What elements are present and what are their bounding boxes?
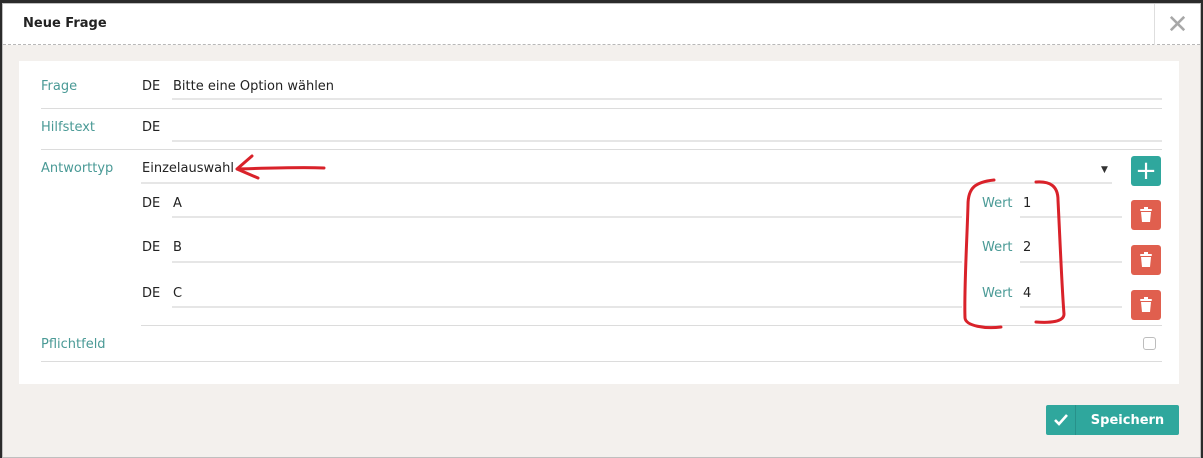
check-icon <box>1046 405 1076 435</box>
save-button[interactable]: Speichern <box>1046 405 1179 435</box>
wert-underline <box>1020 306 1122 308</box>
trash-icon <box>1140 252 1152 267</box>
form-panel <box>19 61 1179 384</box>
antworttyp-select-underline <box>141 182 1112 184</box>
wert-input[interactable]: 2 <box>1023 240 1031 255</box>
option-lang: DE <box>142 240 161 255</box>
option-text-underline <box>172 306 962 308</box>
plus-icon: + <box>1135 156 1157 186</box>
trash-icon <box>1140 297 1152 312</box>
option-lang: DE <box>142 286 161 301</box>
option-text-input[interactable]: B <box>173 240 182 255</box>
dialog-title: Neue Frage <box>23 16 107 31</box>
dialog-header: Neue Frage ✕ <box>3 4 1200 45</box>
close-button[interactable]: ✕ <box>1154 4 1200 45</box>
wert-label: Wert <box>982 286 1013 301</box>
frage-label: Frage <box>41 79 78 94</box>
wert-label: Wert <box>982 240 1013 255</box>
hilfstext-label: Hilfstext <box>41 120 96 135</box>
antworttyp-select[interactable]: Einzelauswahl <box>142 161 234 176</box>
divider <box>41 108 1162 109</box>
divider <box>141 325 1162 326</box>
pflichtfeld-checkbox[interactable] <box>1143 337 1156 350</box>
delete-option-button[interactable] <box>1131 200 1161 230</box>
option-text-input[interactable]: C <box>173 286 182 301</box>
save-label: Speichern <box>1090 412 1165 428</box>
wert-label: Wert <box>982 196 1013 211</box>
wert-underline <box>1020 216 1122 218</box>
frage-input-underline <box>172 98 1162 100</box>
divider <box>41 149 1162 150</box>
option-lang: DE <box>142 196 161 211</box>
option-text-underline <box>172 261 962 263</box>
antworttyp-label: Antworttyp <box>41 161 114 176</box>
option-text-underline <box>172 216 962 218</box>
frage-input[interactable]: Bitte eine Option wählen <box>173 79 334 94</box>
wert-underline <box>1020 261 1122 263</box>
trash-icon <box>1140 207 1152 222</box>
option-text-input[interactable]: A <box>173 196 182 211</box>
hilfstext-lang: DE <box>142 120 161 135</box>
wert-input[interactable]: 4 <box>1023 286 1031 301</box>
divider <box>41 361 1162 362</box>
pflichtfeld-label: Pflichtfeld <box>41 337 106 352</box>
close-icon: ✕ <box>1166 9 1189 40</box>
add-option-button[interactable]: + <box>1131 156 1161 186</box>
frage-lang: DE <box>142 79 161 94</box>
delete-option-button[interactable] <box>1131 245 1161 275</box>
delete-option-button[interactable] <box>1131 290 1161 320</box>
hilfstext-input-underline <box>172 140 1162 142</box>
wert-input[interactable]: 1 <box>1023 196 1031 211</box>
chevron-down-icon[interactable]: ▼ <box>1101 165 1108 175</box>
